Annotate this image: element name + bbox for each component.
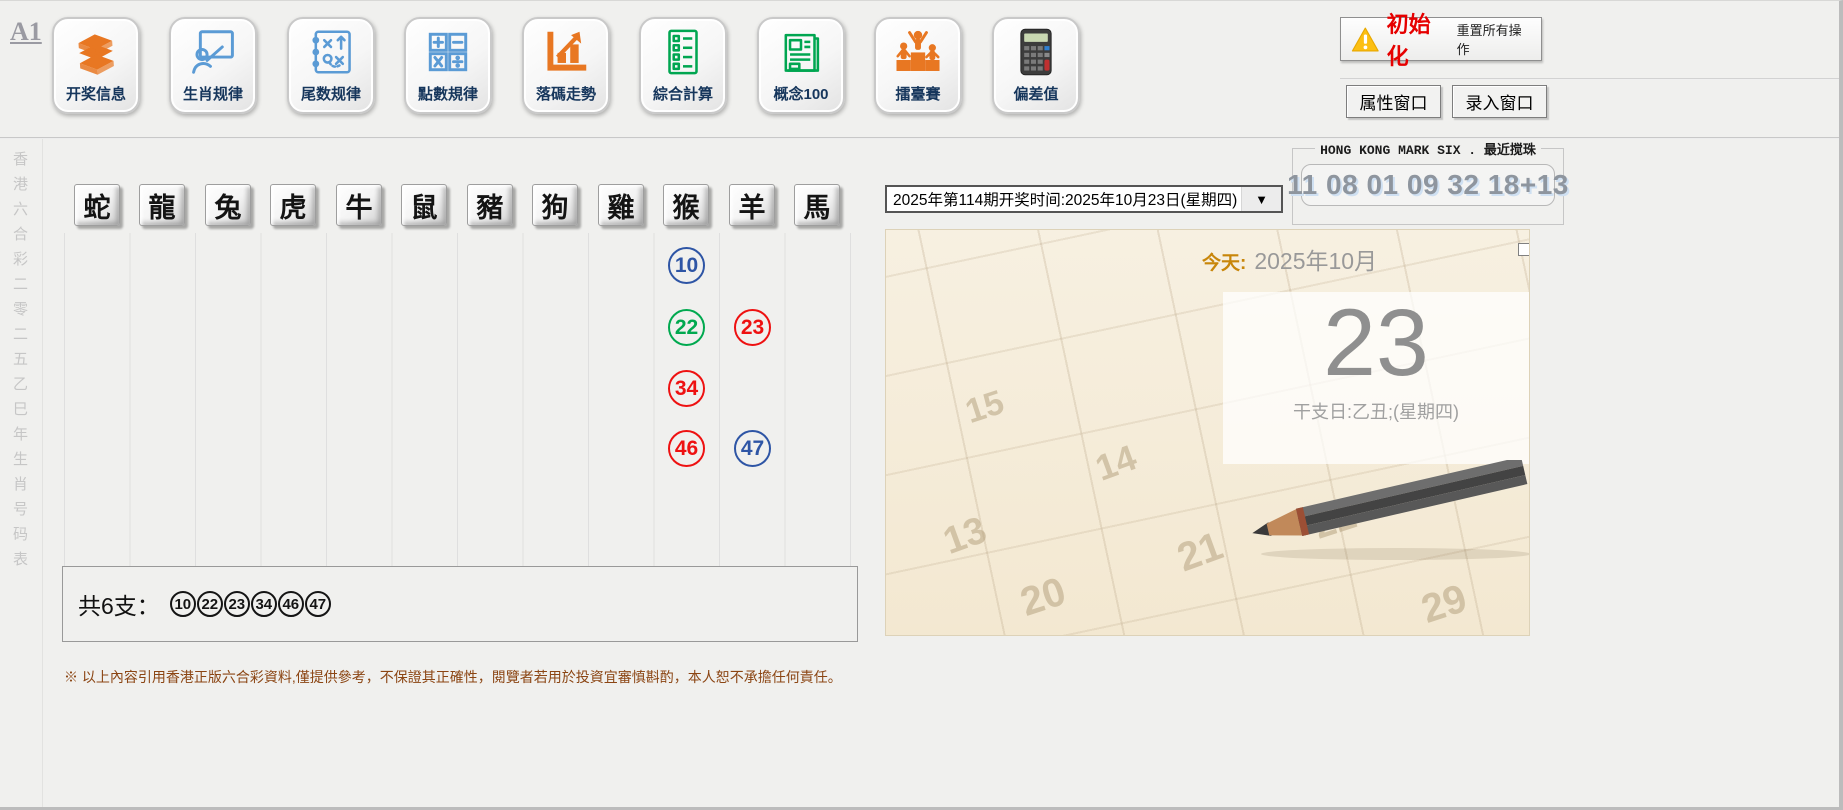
summary-ball: 22	[197, 591, 223, 617]
calendar-ganzhi-label: 干支日:乙丑;(星期四)	[1223, 398, 1529, 424]
draw-period-select[interactable]: 2025年第114期开奖时间:2025年10月23日(星期四) ▼	[885, 185, 1283, 213]
calendar-today-label: 今天:	[1202, 248, 1246, 275]
content-left-divider	[42, 139, 43, 810]
app-window: A1 开奖信息 生肖规律	[0, 0, 1843, 810]
lottery-ball: 47	[734, 430, 771, 467]
toolbar-button-label: 落碼走勢	[536, 83, 596, 104]
initialize-label: 初始化	[1387, 7, 1450, 71]
recent-draw-legend: HONG KONG MARK SIX . 最近搅珠	[1315, 139, 1541, 158]
calendar-faint-number: 13	[938, 509, 992, 564]
zodiac-key-rat[interactable]: 鼠	[401, 184, 447, 226]
recent-draw-numbers[interactable]: 11 08 01 09 32 18+13	[1301, 164, 1555, 206]
calendar-day-number: 23	[1223, 294, 1529, 394]
toolbar-button-composite-calc[interactable]: 綜合計算	[639, 17, 727, 114]
presenter-icon	[186, 25, 240, 79]
page-label-a1: A1	[10, 17, 42, 47]
zodiac-key-goat[interactable]: 羊	[729, 184, 775, 226]
reset-all-label: 重置所有操作	[1457, 20, 1531, 58]
toolbar-button-label: 點數規律	[418, 83, 478, 104]
summary-ball: 34	[251, 591, 277, 617]
lottery-ball: 23	[734, 309, 771, 346]
calendar-faint-number: 14	[1090, 436, 1142, 489]
podium-icon	[891, 25, 945, 79]
summary-ball: 46	[278, 591, 304, 617]
newspaper-icon	[774, 25, 828, 79]
warning-triangle-icon	[1351, 26, 1380, 53]
draw-period-value: 2025年第114期开奖时间:2025年10月23日(星期四)	[887, 187, 1241, 211]
checklist-icon	[656, 25, 710, 79]
calendar-faint-number: 20	[1015, 569, 1071, 626]
zodiac-key-rabbit[interactable]: 兔	[205, 184, 251, 226]
lottery-ball: 46	[668, 430, 705, 467]
trend-chart-icon	[539, 25, 593, 79]
calendar-faint-number: 29	[1416, 576, 1472, 633]
tactics-icon	[304, 25, 358, 79]
calendar-panel: 15 13 14 20 21 22 29 今天: 2025年10月 23 干支日…	[885, 229, 1530, 636]
toolbar-button-zodiac-pattern[interactable]: 生肖规律	[169, 17, 257, 114]
zodiac-key-ox[interactable]: 牛	[336, 184, 382, 226]
calendar-day-card: 23 干支日:乙丑;(星期四)	[1223, 292, 1529, 464]
calculator-icon	[1009, 25, 1063, 79]
chevron-down-icon[interactable]: ▼	[1241, 187, 1281, 211]
summary-ball: 10	[170, 591, 196, 617]
lottery-ball: 22	[668, 309, 705, 346]
zodiac-key-rooster[interactable]: 雞	[598, 184, 644, 226]
side-vertical-title: 香港六合彩二零二五乙巳年生肖号码表	[9, 151, 30, 656]
zodiac-key-dog[interactable]: 狗	[532, 184, 578, 226]
calendar-header: 今天: 2025年10月	[1202, 242, 1377, 276]
zodiac-key-horse[interactable]: 馬	[794, 184, 840, 226]
toolbar-button-label: 偏差值	[1013, 83, 1058, 104]
toolbar-button-concept-100[interactable]: 概念100	[757, 17, 845, 114]
zodiac-key-dragon[interactable]: 龍	[139, 184, 185, 226]
toolbar-button-tail-pattern[interactable]: 尾数规律	[287, 17, 375, 114]
calendar-checkbox[interactable]	[1518, 243, 1530, 256]
toolbar-button-draw-info[interactable]: 开奖信息	[52, 17, 140, 114]
summary-ball: 23	[224, 591, 250, 617]
toolbar-button-arena[interactable]: 擂臺賽	[874, 17, 962, 114]
lottery-ball: 10	[668, 247, 705, 284]
toolbar-button-deviation[interactable]: 偏差值	[992, 17, 1080, 114]
recent-draw-groupbox: HONG KONG MARK SIX . 最近搅珠 11 08 01 09 32…	[1292, 139, 1564, 225]
pencil-icon	[1246, 460, 1530, 570]
toolbar-button-label: 擂臺賽	[895, 83, 940, 104]
toolbar-button-label: 开奖信息	[66, 83, 126, 104]
lottery-ball: 34	[668, 370, 705, 407]
zodiac-key-tiger[interactable]: 虎	[270, 184, 316, 226]
toolbar-button-label: 生肖规律	[183, 83, 243, 104]
zodiac-key-pig[interactable]: 豬	[467, 184, 513, 226]
summary-ball: 47	[305, 591, 331, 617]
toolbar-button-points-pattern[interactable]: 點數規律	[404, 17, 492, 114]
disclaimer-text: ※ 以上內容引用香港正版六合彩資料,僅提供參考，不保證其正確性，閱覽者若用於投資…	[64, 667, 842, 687]
toolbar-button-trend[interactable]: 落碼走勢	[522, 17, 610, 114]
zodiac-key-snake[interactable]: 蛇	[74, 184, 120, 226]
toolbar-button-label: 綜合計算	[653, 83, 713, 104]
books-icon	[69, 25, 123, 79]
toolbar-button-label: 尾数规律	[301, 83, 361, 104]
zodiac-key-monkey[interactable]: 猴	[663, 184, 709, 226]
calendar-month-label: 2025年10月	[1254, 242, 1377, 276]
math-icon	[421, 25, 475, 79]
properties-window-button[interactable]: 属性窗口	[1346, 85, 1441, 118]
summary-box: 共6支： 10 22 23 34 46 47	[62, 566, 858, 642]
toolbar-button-label: 概念100	[773, 83, 828, 104]
entry-window-button[interactable]: 录入窗口	[1452, 85, 1547, 118]
topright-divider	[1340, 78, 1843, 80]
initialize-button[interactable]: 初始化 重置所有操作	[1340, 17, 1542, 61]
calendar-faint-number: 21	[1172, 524, 1229, 582]
summary-label: 共6支：	[78, 587, 160, 621]
calendar-faint-number: 15	[961, 383, 1009, 432]
toolbar-separator	[0, 137, 1843, 139]
